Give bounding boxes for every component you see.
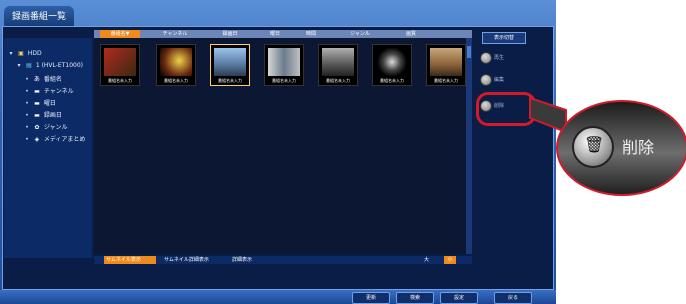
- trash-icon: 🗑: [584, 135, 605, 154]
- delete-zoom-label: 削除: [622, 138, 655, 157]
